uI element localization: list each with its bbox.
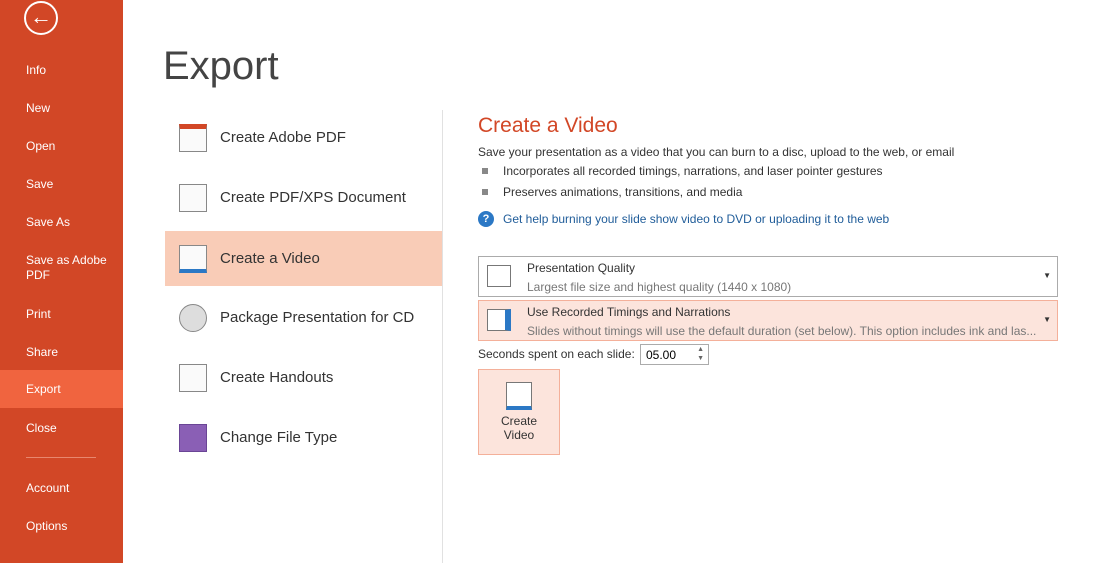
presentation-quality-icon [487, 265, 511, 287]
section-title: Create a Video [478, 114, 618, 137]
nav-save[interactable]: Save [0, 177, 123, 191]
nav-open[interactable]: Open [0, 139, 123, 153]
option-label: Create Adobe PDF [220, 129, 346, 146]
chevron-down-icon: ▼ [1043, 271, 1051, 280]
divider [442, 110, 443, 563]
save-disk-icon [178, 423, 207, 452]
option-package-cd[interactable]: Package Presentation for CD [165, 290, 442, 345]
option-create-adobe-pdf[interactable]: Create Adobe PDF [165, 110, 442, 165]
create-video-button[interactable]: Create Video [478, 369, 560, 455]
create-video-icon [506, 382, 532, 410]
button-label: Create [500, 414, 538, 428]
option-label: Create Handouts [220, 369, 334, 386]
nav-new[interactable]: New [0, 101, 123, 115]
option-label: Package Presentation for CD [220, 309, 415, 326]
back-button[interactable]: ← [24, 1, 58, 35]
nav-options[interactable]: Options [0, 519, 123, 533]
option-change-file-type[interactable]: Change File Type [165, 410, 442, 465]
help-icon: ? [478, 211, 494, 227]
timings-dropdown[interactable]: Use Recorded Timings and Narrations Slid… [478, 300, 1058, 341]
seconds-spinner[interactable]: 05.00 ▲ ▼ [640, 344, 709, 365]
option-label: Change File Type [220, 429, 338, 446]
bullet-item: Preserves animations, transitions, and m… [482, 185, 742, 199]
help-link[interactable]: ? Get help burning your slide show video … [478, 211, 889, 227]
seconds-value: 05.00 [646, 348, 677, 362]
bullet-item: Incorporates all recorded timings, narra… [482, 164, 883, 178]
nav-print[interactable]: Print [0, 307, 123, 321]
handouts-icon [178, 363, 207, 392]
backstage-sidebar: ← Info New Open Save Save As Save as Ado… [0, 0, 123, 563]
sidebar-divider [26, 457, 96, 458]
spinner-arrows-icon[interactable]: ▲ ▼ [697, 345, 704, 363]
chevron-down-icon: ▼ [1043, 315, 1051, 324]
nav-export[interactable]: Export [0, 370, 123, 408]
narration-speaker-icon [487, 309, 511, 331]
option-create-handouts[interactable]: Create Handouts [165, 350, 442, 405]
quality-dropdown[interactable]: Presentation Quality Largest file size a… [478, 256, 1058, 297]
option-create-video[interactable]: Create a Video [165, 231, 442, 286]
option-label: Create PDF/XPS Document [220, 189, 406, 206]
page-title: Export [163, 44, 279, 88]
option-label: Create a Video [220, 250, 320, 267]
nav-save-as[interactable]: Save As [0, 215, 123, 229]
cd-icon [178, 303, 207, 332]
arrow-left-circle-icon: ← [30, 4, 52, 29]
nav-close[interactable]: Close [0, 421, 123, 435]
dropdown-subtitle: Largest file size and highest quality (1… [527, 280, 792, 294]
seconds-label: Seconds spent on each slide: [478, 347, 635, 361]
dropdown-subtitle: Slides without timings will use the defa… [527, 324, 1037, 338]
nav-account[interactable]: Account [0, 481, 123, 495]
video-icon [178, 244, 207, 273]
button-label: Video [503, 428, 535, 442]
adobe-pdf-icon [178, 123, 207, 152]
nav-info[interactable]: Info [0, 63, 123, 77]
option-create-pdf-xps[interactable]: Create PDF/XPS Document [165, 170, 442, 225]
pdf-xps-icon [178, 183, 207, 212]
description: Save your presentation as a video that y… [478, 145, 955, 159]
nav-share[interactable]: Share [0, 345, 123, 359]
nav-save-as-adobe-pdf[interactable]: Save as Adobe PDF [0, 253, 110, 283]
dropdown-title: Presentation Quality [527, 261, 636, 275]
dropdown-title: Use Recorded Timings and Narrations [527, 305, 731, 319]
